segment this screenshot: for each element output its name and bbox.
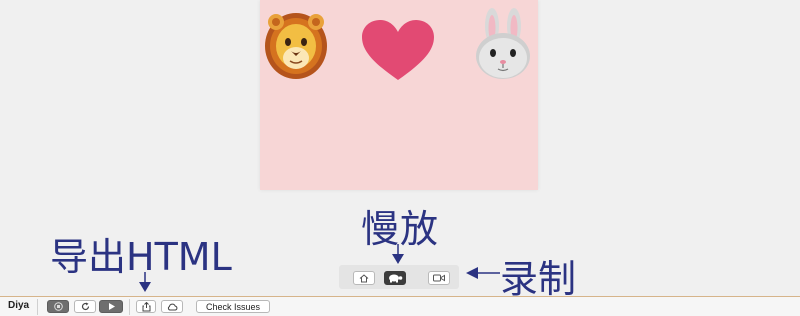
slow-motion-button[interactable]	[384, 271, 406, 285]
arrow-left-icon	[466, 267, 500, 279]
record-annotation: 录制	[500, 257, 577, 301]
home-icon	[359, 273, 369, 282]
check-issues-button[interactable]: Check Issues	[196, 300, 270, 313]
divider	[37, 299, 38, 315]
app-name: Diya	[8, 300, 30, 311]
playback-controls	[339, 265, 459, 289]
cloud-icon	[167, 303, 177, 310]
lion-face-icon	[265, 13, 327, 79]
divider	[129, 299, 130, 315]
artboard	[260, 0, 538, 190]
share-icon	[142, 301, 150, 311]
turtle-icon	[389, 274, 403, 283]
arrow-down-icon	[392, 244, 404, 264]
play-icon	[108, 303, 115, 310]
refresh-icon	[81, 302, 89, 311]
stop-button[interactable]	[47, 300, 69, 313]
stop-circle-icon	[53, 302, 63, 311]
refresh-button[interactable]	[74, 300, 96, 313]
cloud-button[interactable]	[161, 300, 183, 313]
arrow-down-icon	[139, 272, 151, 292]
bottom-toolbar: Diya Check Issues	[0, 296, 800, 316]
export-button[interactable]	[136, 300, 156, 313]
record-button[interactable]	[428, 271, 450, 285]
play-button[interactable]	[99, 300, 123, 313]
rabbit-face-icon	[476, 8, 530, 79]
video-camera-icon	[433, 274, 445, 282]
home-button[interactable]	[353, 271, 375, 285]
heart-icon	[362, 20, 434, 80]
